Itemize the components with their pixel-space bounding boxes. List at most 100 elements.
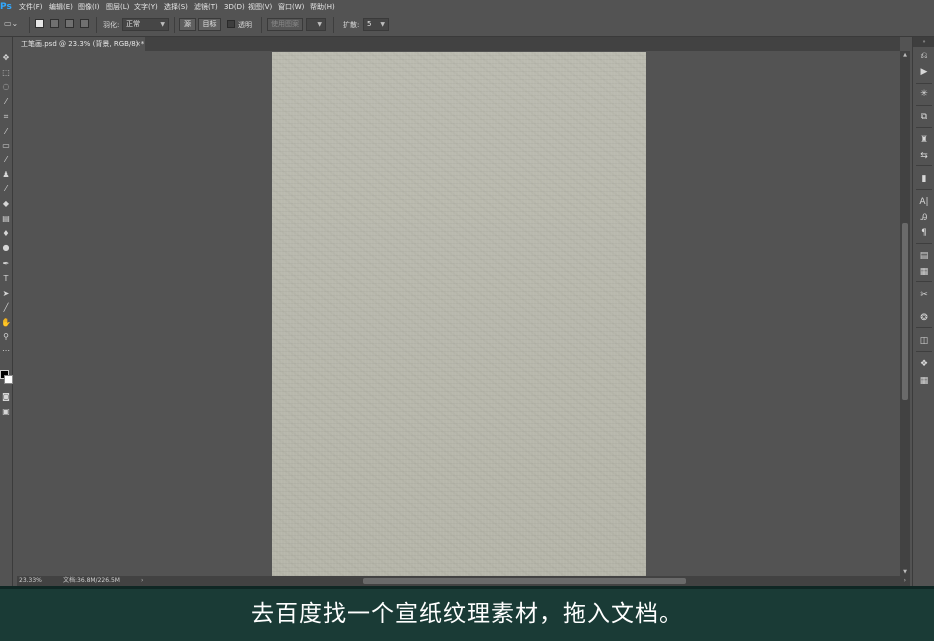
horizontal-scrollbar-thumb[interactable] [363, 578, 686, 584]
screen-mode-icon[interactable]: ▣ [0, 406, 12, 418]
eyedropper-icon[interactable]: ⁄ [0, 126, 12, 138]
gradient-icon[interactable]: ▤ [0, 213, 12, 225]
properties-icon[interactable]: ▦ [916, 265, 932, 279]
dodge-icon[interactable]: ● [0, 242, 12, 254]
type-icon[interactable]: T [0, 273, 12, 285]
paper-texture-canvas[interactable] [272, 52, 646, 576]
divider [916, 165, 932, 166]
source-button[interactable]: 源 [179, 18, 196, 31]
menu-layer[interactable]: 图层(L) [106, 0, 129, 14]
history-brush-icon[interactable]: ⁄ [0, 183, 12, 195]
quick-mask-icon[interactable]: ◙ [0, 391, 12, 403]
menu-filter[interactable]: 滤镜(T) [194, 0, 218, 14]
pen-icon[interactable]: ✒ [0, 258, 12, 270]
caption-text: 去百度找一个宣纸纹理素材，拖入文档。 [251, 601, 683, 627]
hand-icon[interactable]: ✋ [0, 317, 12, 329]
diffusion-select[interactable]: 5 ▼ [363, 18, 389, 31]
character-style-icon[interactable]: Ꭿ [916, 211, 932, 225]
canvas-workspace[interactable] [17, 51, 900, 576]
document-title: 工笔画.psd @ 23.3% (背景, RGB/8) * [21, 40, 145, 48]
paragraph-icon[interactable]: ¶ [916, 226, 932, 240]
menu-edit[interactable]: 编辑(E) [49, 0, 73, 14]
menu-file[interactable]: 文件(F) [19, 0, 43, 14]
color-swatch-icon[interactable] [0, 370, 13, 386]
divider [916, 327, 932, 328]
menu-bar: Ps 文件(F) 编辑(E) 图像(I) 图层(L) 文字(Y) 选择(S) 滤… [0, 0, 934, 14]
stamp-icon[interactable]: ♟ [0, 169, 12, 181]
use-pattern-button[interactable]: 使用图案 [267, 18, 303, 31]
diffusion-label: 扩散: [343, 21, 360, 29]
crop-icon[interactable]: ⌗ [0, 111, 12, 123]
toolbox: ✥ ⬚ ◌ ⁄ ⌗ ⁄ ▭ ⁄ ♟ ⁄ ◆ ▤ ♦ ● ✒ T ➤ ╱ ✋ ⚲ … [0, 37, 13, 620]
divider [174, 17, 175, 33]
mode-value: 正常 [126, 20, 140, 28]
diffusion-value: 5 [367, 20, 372, 28]
3d-icon[interactable]: ❖ [916, 357, 932, 371]
scroll-right-icon[interactable]: › [904, 576, 906, 586]
close-icon[interactable]: × [135, 37, 141, 51]
swatches-icon[interactable]: ⧉ [916, 110, 932, 124]
table-icon[interactable]: ▦ [916, 374, 932, 388]
tools-presets-icon[interactable]: ✂ [916, 288, 932, 302]
move-icon[interactable]: ✥ [0, 52, 12, 64]
layers-icon[interactable]: ▮ [916, 172, 932, 186]
patch-icon[interactable]: ▭ [0, 140, 12, 152]
document-tab[interactable]: 工笔画.psd @ 23.3% (背景, RGB/8) * × [17, 37, 145, 51]
menu-select[interactable]: 选择(S) [164, 0, 188, 14]
menu-3d[interactable]: 3D(D) [224, 0, 245, 14]
marquee-icon[interactable]: ⬚ [0, 67, 12, 79]
options-bar: ▭⌄ 羽化: 正常 ▼ 源 目标 透明 使用图案 ▼ 扩散: 5 ▼ [0, 14, 934, 37]
history-icon[interactable]: ⎌ [916, 49, 932, 63]
quick-select-icon[interactable]: ⁄ [0, 96, 12, 108]
character-icon[interactable]: A| [916, 195, 932, 209]
chevron-right-icon[interactable]: › [141, 576, 143, 586]
patch-tool-icon[interactable]: ▭⌄ [4, 19, 18, 28]
path-select-icon[interactable]: ➤ [0, 288, 12, 300]
menu-view[interactable]: 视图(V) [248, 0, 272, 14]
color-icon[interactable]: ✳ [916, 87, 932, 101]
status-bar: 23.33% 文档:36.8M/226.5M › › [17, 576, 910, 586]
zoom-level[interactable]: 23.33% [19, 576, 42, 586]
zoom-icon[interactable]: ⚲ [0, 331, 12, 343]
lasso-icon[interactable]: ◌ [0, 81, 12, 93]
divider [916, 83, 932, 84]
transparent-checkbox[interactable] [227, 20, 235, 28]
channels-icon[interactable]: ◫ [916, 334, 932, 348]
line-icon[interactable]: ╱ [0, 302, 12, 314]
menu-help[interactable]: 帮助(H) [310, 0, 335, 14]
divider [916, 105, 932, 106]
notes-icon[interactable]: ▤ [916, 249, 932, 263]
divider [261, 17, 262, 33]
menu-type[interactable]: 文字(Y) [134, 0, 158, 14]
scroll-down-icon[interactable]: ▼ [900, 568, 910, 576]
divider [916, 243, 932, 244]
divider [916, 127, 932, 128]
scroll-up-icon[interactable]: ▲ [900, 51, 910, 59]
new-selection-icon[interactable] [35, 19, 44, 28]
adjustments-icon[interactable]: ⇆ [916, 149, 932, 163]
vertical-scrollbar[interactable]: ▲ ▼ [900, 51, 910, 576]
brush-icon[interactable]: ⁄ [0, 154, 12, 166]
more-tools-icon[interactable]: ⋯ [0, 345, 12, 357]
collapse-panels-icon[interactable]: » [913, 37, 934, 47]
scrollbar-thumb[interactable] [902, 223, 908, 400]
eraser-icon[interactable]: ◆ [0, 198, 12, 210]
subtract-selection-icon[interactable] [65, 19, 74, 28]
divider [916, 189, 932, 190]
chevron-down-icon: ▼ [380, 21, 385, 28]
blur-icon[interactable]: ♦ [0, 228, 12, 240]
clone-source-icon[interactable]: ❂ [916, 311, 932, 325]
divider [916, 281, 932, 282]
brushes-icon[interactable]: ♜ [916, 133, 932, 147]
intersect-selection-icon[interactable] [80, 19, 89, 28]
document-tab-bar: 工笔画.psd @ 23.3% (背景, RGB/8) * × [17, 37, 900, 51]
menu-window[interactable]: 窗口(W) [278, 0, 304, 14]
chevron-down-icon: ▼ [160, 21, 165, 28]
pattern-picker[interactable]: ▼ [306, 18, 326, 31]
actions-icon[interactable]: ▶ [916, 65, 932, 79]
menu-image[interactable]: 图像(I) [78, 0, 100, 14]
add-selection-icon[interactable] [50, 19, 59, 28]
divider [96, 17, 97, 33]
mode-select[interactable]: 正常 ▼ [122, 18, 169, 31]
target-button[interactable]: 目标 [198, 18, 221, 31]
